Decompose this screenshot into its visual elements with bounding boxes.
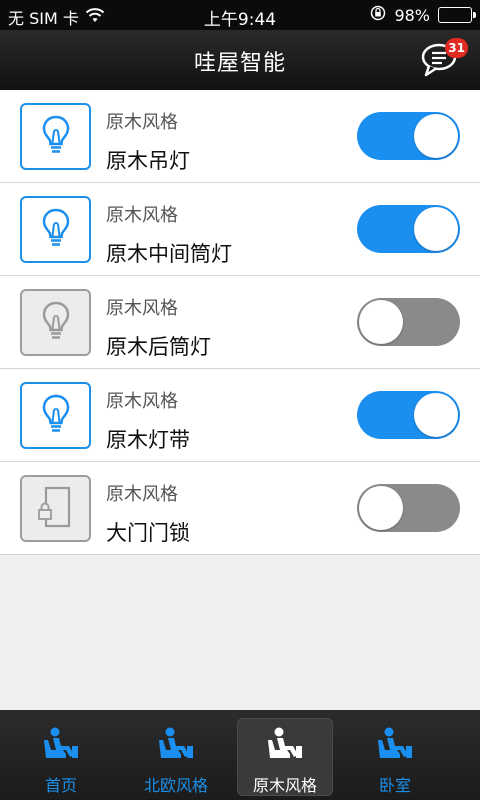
device-name-label: 原木后筒灯: [106, 335, 211, 359]
toggle-knob: [414, 393, 458, 437]
tab-nordic-style[interactable]: 北欧风格: [128, 718, 224, 796]
toggle-knob: [414, 114, 458, 158]
messages-button[interactable]: 31: [420, 38, 468, 82]
device-row: 原木风格 原木后筒灯: [0, 276, 480, 369]
seat-icon: [39, 726, 83, 766]
tab-wood-style[interactable]: 原木风格: [237, 718, 333, 796]
lightbulb-icon: [41, 300, 71, 346]
device-power-toggle[interactable]: [357, 298, 460, 346]
device-name-label: 原木灯带: [106, 428, 190, 452]
device-name-label: 大门门锁: [106, 521, 190, 545]
device-list: 原木风格 原木吊灯 原木风格 原木中间筒灯 原木风格 原木后筒灯 原木风格 原木…: [0, 90, 480, 555]
tab-bedroom[interactable]: 卧室: [347, 718, 443, 796]
device-icon-box: [20, 382, 91, 449]
device-icon-box: [20, 103, 91, 170]
device-name-label: 原木中间筒灯: [106, 242, 232, 266]
chat-bubble-icon: [420, 43, 458, 82]
device-row: 原木风格 原木吊灯: [0, 90, 480, 183]
device-power-toggle[interactable]: [357, 205, 460, 253]
device-power-toggle[interactable]: [357, 484, 460, 532]
status-right: 98%: [370, 5, 476, 25]
tab-label: 原木风格: [252, 776, 317, 795]
device-power-toggle[interactable]: [357, 112, 460, 160]
device-icon-box: [20, 289, 91, 356]
tab-label: 卧室: [378, 776, 411, 795]
seat-icon: [373, 726, 417, 766]
toggle-knob: [359, 486, 403, 530]
battery-percent: 98%: [394, 5, 430, 25]
tab-label: 首页: [44, 776, 77, 795]
device-style-label: 原木风格: [106, 298, 178, 319]
device-row: 原木风格 原木灯带: [0, 369, 480, 462]
page-title: 哇屋智能: [193, 51, 286, 76]
door-lock-icon: [36, 484, 76, 534]
toggle-knob: [359, 300, 403, 344]
device-style-label: 原木风格: [106, 205, 178, 226]
device-row: 原木风格 原木中间筒灯: [0, 183, 480, 276]
toggle-knob: [414, 207, 458, 251]
battery-icon: [438, 7, 476, 23]
device-power-toggle[interactable]: [357, 391, 460, 439]
seat-icon: [263, 726, 307, 766]
seat-icon: [154, 726, 198, 766]
orientation-lock-icon: [370, 5, 386, 25]
message-count-badge: 31: [445, 38, 468, 58]
tab-label: 北欧风格: [143, 776, 208, 795]
tab-home[interactable]: 首页: [13, 718, 109, 796]
app-header: 哇屋智能 31: [0, 30, 480, 90]
lightbulb-icon: [41, 207, 71, 253]
lightbulb-icon: [41, 114, 71, 160]
device-name-label: 原木吊灯: [106, 149, 190, 173]
bottom-tab-bar: 首页 北欧风格 原木风格 卧室: [0, 710, 480, 800]
device-icon-box: [20, 196, 91, 263]
device-row: 原木风格 大门门锁: [0, 462, 480, 555]
device-style-label: 原木风格: [106, 391, 178, 412]
device-style-label: 原木风格: [106, 112, 178, 133]
device-icon-box: [20, 475, 91, 542]
status-bar: 无 SIM 卡 上午9:44 98%: [0, 0, 480, 30]
device-style-label: 原木风格: [106, 484, 178, 505]
lightbulb-icon: [41, 393, 71, 439]
